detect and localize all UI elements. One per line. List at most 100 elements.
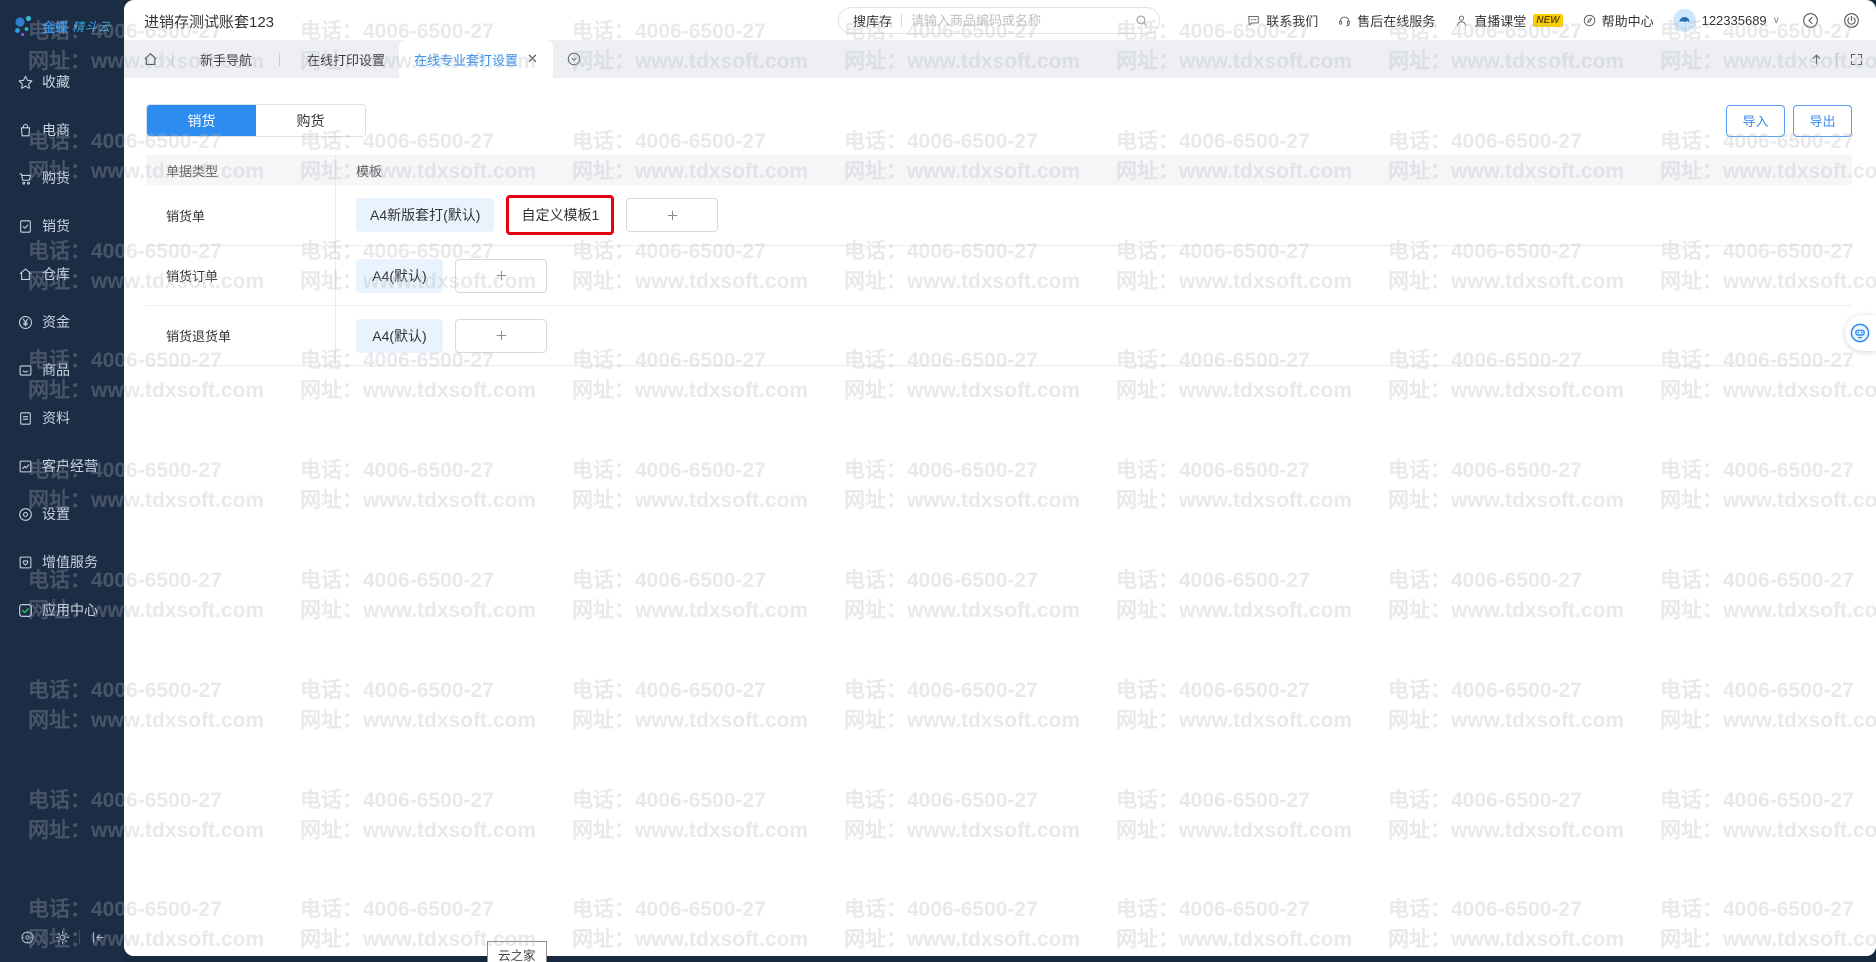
box-icon <box>17 362 34 379</box>
user-id: 122335689 <box>1702 13 1767 28</box>
sidebar-item-label: 资金 <box>42 312 70 332</box>
table-row: 销货退货单 A4(默认) <box>146 305 1852 365</box>
tabstrip-right-divider <box>1836 53 1837 66</box>
sidebar-item-label: 商品 <box>42 360 70 380</box>
theme-sun-icon[interactable] <box>45 929 79 946</box>
templates-cell: A4(默认) <box>335 306 1852 365</box>
sidebar-item-box[interactable]: 商品 <box>0 346 124 394</box>
assistant-float-button[interactable] <box>1845 315 1876 351</box>
sidebar-item-bag[interactable]: 电商 <box>0 106 124 154</box>
tab-list-chevron-down-icon[interactable] <box>566 51 582 67</box>
sidebar-item-target[interactable]: 设置 <box>0 490 124 538</box>
back-circle-icon[interactable] <box>1799 9 1821 31</box>
person-chart-icon <box>17 458 34 475</box>
tab-strip: 新手导航 在线打印设置在线专业套打设置✕ <box>124 40 1876 78</box>
tab-1[interactable]: 新手导航 <box>186 40 266 78</box>
tab-label: 在线打印设置 <box>307 50 385 69</box>
column-header-template: 模板 <box>335 155 1852 185</box>
sidebar-footer <box>0 920 124 954</box>
sidebar-item-gift[interactable]: 增值服务 <box>0 538 124 586</box>
topbar: 进销存测试账套123 搜库存 联系我们售后在线服务直播课堂NEW帮助中心1223… <box>124 0 1876 40</box>
templates-cell: A4新版套打(默认) 自定义模板1 <box>335 185 1852 245</box>
template-table: 单据类型 模板 销货单A4新版套打(默认)自定义模板1销货订单A4(默认)销货退… <box>146 155 1852 366</box>
logo-text-kingdee: 金蝶 <box>42 17 68 36</box>
power-circle-icon[interactable] <box>1840 9 1862 31</box>
fullscreen-icon[interactable] <box>1849 52 1864 67</box>
top-link-label: 帮助中心 <box>1602 11 1654 30</box>
segmented-control: 销货购货 <box>146 104 366 137</box>
tab-3[interactable]: 在线专业套打设置✕ <box>399 40 553 78</box>
add-template-button[interactable] <box>455 319 547 353</box>
search-scope-label[interactable]: 搜库存 <box>853 11 892 30</box>
segment-sales[interactable]: 销货 <box>147 105 256 136</box>
sidebar-item-yen-circle[interactable]: 资金 <box>0 298 124 346</box>
plus-icon <box>494 268 509 283</box>
top-link-label: 联系我们 <box>1266 11 1318 30</box>
top-link-headset[interactable]: 售后在线服务 <box>1337 11 1435 30</box>
sidebar-item-star[interactable]: 收藏 <box>0 58 124 106</box>
sidebar-item-label: 应用中心 <box>42 600 98 620</box>
sidebar-item-label: 仓库 <box>42 264 70 284</box>
doc-check-icon <box>17 218 34 235</box>
collapse-up-icon[interactable] <box>1809 52 1824 67</box>
column-header-doc-type: 单据类型 <box>146 161 335 180</box>
close-icon[interactable]: ✕ <box>527 51 538 67</box>
yunzhijia-tooltip: 云之家 <box>487 941 547 962</box>
template-chip[interactable]: A4(默认) <box>356 259 443 293</box>
sidebar-item-app-center[interactable]: 应用中心 <box>0 586 124 634</box>
table-header: 单据类型 模板 <box>146 155 1852 185</box>
plus-icon <box>494 328 509 343</box>
top-link-label: 直播课堂 <box>1474 11 1526 30</box>
top-link-compass[interactable]: 帮助中心 <box>1582 11 1654 30</box>
content-toolbar: 销货购货 导入 导出 <box>124 78 1876 137</box>
sidebar-nav: 收藏电商购货销货仓库资金商品资料客户经营设置增值服务应用中心 <box>0 58 124 634</box>
chat-icon <box>1246 13 1261 28</box>
home-icon[interactable] <box>142 51 159 68</box>
sidebar: 金蝶 精斗云 收藏电商购货销货仓库资金商品资料客户经营设置增值服务应用中心 <box>0 0 124 962</box>
doc-type-cell: 销货退货单 <box>146 306 335 365</box>
search-box[interactable]: 搜库存 <box>838 7 1160 34</box>
sidebar-item-doc-check[interactable]: 销货 <box>0 202 124 250</box>
chevron-down-icon: ∨ <box>1773 15 1780 26</box>
user-account[interactable]: 122335689 ∨ <box>1673 9 1780 32</box>
collapse-left-icon[interactable] <box>80 929 114 946</box>
tabstrip-right-tools <box>1809 40 1864 78</box>
template-chip[interactable]: A4新版套打(默认) <box>356 198 494 232</box>
tabstrip-divider <box>172 53 173 66</box>
top-link-label: 售后在线服务 <box>1357 11 1435 30</box>
add-template-button[interactable] <box>455 259 547 293</box>
template-chip[interactable]: A4(默认) <box>356 319 443 353</box>
sidebar-item-person-chart[interactable]: 客户经营 <box>0 442 124 490</box>
file-icon <box>17 410 34 427</box>
bag-icon <box>17 122 34 139</box>
logo-dots-icon <box>12 13 38 39</box>
search-input[interactable] <box>911 13 1134 28</box>
search-icon[interactable] <box>1134 13 1149 28</box>
compass-icon <box>1582 13 1597 28</box>
export-button[interactable]: 导出 <box>1793 105 1852 137</box>
sidebar-item-label: 客户经营 <box>42 456 98 476</box>
doc-type-cell: 销货订单 <box>146 246 335 305</box>
template-chip-highlighted[interactable]: 自定义模板1 <box>506 195 614 235</box>
topbar-right: 联系我们 售后在线服务 直播课堂 NEW 帮助中心 122335689 ∨ <box>1246 0 1862 40</box>
robot-assistant-icon <box>1848 321 1872 345</box>
tab-divider <box>279 53 280 66</box>
app-logo[interactable]: 金蝶 精斗云 <box>0 0 124 40</box>
top-link-person[interactable]: 直播课堂 NEW <box>1454 11 1562 30</box>
headset-icon <box>1337 13 1352 28</box>
home-icon <box>17 266 34 283</box>
sidebar-item-cart[interactable]: 购货 <box>0 154 124 202</box>
import-button[interactable]: 导入 <box>1726 105 1785 137</box>
sidebar-item-file[interactable]: 资料 <box>0 394 124 442</box>
new-badge: NEW <box>1533 14 1562 27</box>
star-icon <box>17 74 34 91</box>
sidebar-item-home[interactable]: 仓库 <box>0 250 124 298</box>
plus-icon <box>665 208 680 223</box>
segment-purchase[interactable]: 购货 <box>256 105 365 136</box>
doc-type-cell: 销货单 <box>146 185 335 245</box>
tab-label: 新手导航 <box>200 50 252 69</box>
add-template-button[interactable] <box>626 198 718 232</box>
top-link-chat[interactable]: 联系我们 <box>1246 11 1318 30</box>
settings-icon[interactable] <box>10 929 44 946</box>
tab-2[interactable]: 在线打印设置 <box>293 40 399 78</box>
